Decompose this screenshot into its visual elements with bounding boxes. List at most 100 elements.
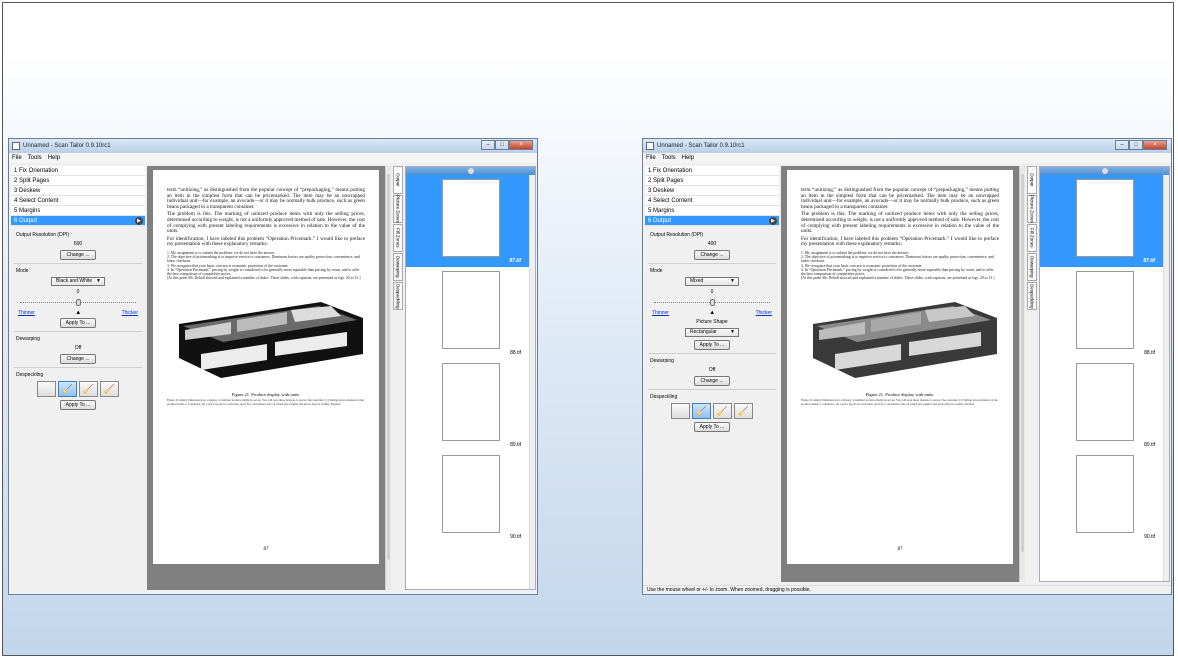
- stage-output[interactable]: 6 Output ▶: [11, 216, 145, 226]
- thumbnail-label: 89.tif: [510, 442, 521, 448]
- play-icon[interactable]: ▶: [135, 217, 143, 225]
- despeckle-aggressive-button[interactable]: 🧹: [734, 403, 753, 419]
- stage-output-label: 6 Output: [648, 217, 672, 224]
- change-dpi-button[interactable]: Change ...: [60, 250, 96, 260]
- despeckle-cautious-button[interactable]: 🧹: [692, 403, 711, 419]
- menu-help[interactable]: Help: [48, 155, 60, 161]
- slider-handle[interactable]: [76, 299, 81, 306]
- thinner-link[interactable]: Thinner: [18, 310, 35, 316]
- minimize-button[interactable]: –: [481, 140, 495, 150]
- maximize-button[interactable]: □: [495, 140, 509, 150]
- despeckle-cautious-button[interactable]: 🧹: [58, 381, 77, 397]
- apply-despeckle-button[interactable]: Apply To ...: [694, 422, 730, 432]
- despeckle-normal-button[interactable]: 🧹: [79, 381, 98, 397]
- mode-select[interactable]: Black and White ▼: [51, 277, 105, 286]
- tab-picture-zones[interactable]: Picture Zones: [393, 195, 403, 223]
- stage-select-content[interactable]: 4 Select Content: [11, 196, 145, 206]
- menu-bar: File Tools Help: [9, 153, 537, 163]
- menu-file[interactable]: File: [646, 155, 656, 161]
- thumbnail-item[interactable]: 87.tif: [1040, 175, 1169, 267]
- stage-split-pages[interactable]: 2 Split Pages: [11, 176, 145, 186]
- thicker-link[interactable]: Thicker: [122, 310, 138, 316]
- page-view[interactable]: term “unitizing,” as distinguished from …: [147, 166, 391, 590]
- output-tabs: Output Picture Zones Fill Zones Dewarpin…: [1027, 166, 1037, 582]
- stage-output[interactable]: 6 Output ▶: [645, 216, 779, 226]
- thumbnail-scrollbar[interactable]: [1163, 175, 1169, 581]
- thumbnail-item[interactable]: 88.tif: [1040, 267, 1169, 359]
- mode-select[interactable]: Mixed ▼: [685, 277, 739, 286]
- window-title: Unnamed - Scan Tailor 0.9.10rc1: [657, 143, 745, 149]
- maximize-button[interactable]: □: [1129, 140, 1143, 150]
- tab-fill-zones[interactable]: Fill Zones: [393, 224, 403, 252]
- despeckle-off-button[interactable]: [671, 403, 690, 419]
- mode-select-value: Black and White: [56, 278, 93, 284]
- stage-select-content[interactable]: 4 Select Content: [645, 196, 779, 206]
- figure-caption-detail: Figure 21 simply illustrates how a displ…: [801, 398, 998, 406]
- stage-split-pages[interactable]: 2 Split Pages: [645, 176, 779, 186]
- threshold-slider[interactable]: [20, 298, 136, 308]
- stage-deskew[interactable]: 3 Deskew: [645, 186, 779, 196]
- tab-output[interactable]: Output: [1027, 166, 1037, 194]
- produce-display-photo: [805, 294, 1001, 383]
- page-paragraph: The problem is this. The marking of unit…: [167, 211, 365, 235]
- menu-tools[interactable]: Tools: [28, 155, 42, 161]
- tab-output[interactable]: Output: [393, 166, 403, 194]
- page-view[interactable]: term “unitizing,” as distinguished from …: [781, 166, 1025, 582]
- despeckle-normal-button[interactable]: 🧹: [713, 403, 732, 419]
- collapse-icon[interactable]: [467, 168, 474, 174]
- stage-deskew[interactable]: 3 Deskew: [11, 186, 145, 196]
- thumbnail-item[interactable]: 90.tif: [406, 451, 535, 543]
- dpi-value: 600: [73, 241, 83, 247]
- stage-margins[interactable]: 5 Margins: [11, 206, 145, 216]
- triangle-up-icon: ▲: [709, 310, 716, 316]
- despeckle-aggressive-button[interactable]: 🧹: [100, 381, 119, 397]
- thinner-link[interactable]: Thinner: [652, 310, 669, 316]
- tab-dewarping[interactable]: Dewarping: [1027, 253, 1037, 281]
- despeckle-off-button[interactable]: [37, 381, 56, 397]
- thumbnail-item[interactable]: 89.tif: [1040, 359, 1169, 451]
- tab-fill-zones[interactable]: Fill Zones: [1027, 224, 1037, 252]
- scrollbar-thumb[interactable]: [1021, 174, 1024, 552]
- divider: [648, 353, 776, 354]
- collapse-icon[interactable]: [1101, 168, 1108, 174]
- view-scrollbar[interactable]: [385, 166, 391, 590]
- thumbnail-item[interactable]: 89.tif: [406, 359, 535, 451]
- change-dewarping-button[interactable]: Change ...: [694, 376, 730, 386]
- menu-help[interactable]: Help: [682, 155, 694, 161]
- change-dewarping-button[interactable]: Change ...: [60, 354, 96, 364]
- picture-shape-select[interactable]: Rectangular ▼: [685, 328, 739, 337]
- slider-handle[interactable]: [710, 299, 715, 306]
- thumbnail-scrollbar[interactable]: [529, 175, 535, 589]
- minimize-button[interactable]: –: [1115, 140, 1129, 150]
- tab-picture-zones[interactable]: Picture Zones: [1027, 195, 1037, 223]
- document-page: term “unitizing,” as distinguished from …: [787, 170, 1013, 564]
- stage-fix-orientation[interactable]: 1 Fix Orientation: [11, 166, 145, 176]
- apply-despeckle-button[interactable]: Apply To ...: [60, 400, 96, 410]
- scrollbar-thumb[interactable]: [387, 174, 390, 560]
- thumbnail-strip: 87.tif 88.tif 89.tif 90.tif: [405, 166, 536, 590]
- view-scrollbar[interactable]: [1019, 166, 1025, 582]
- output-options: Output Resolution (DPI) 400 Change ... M…: [645, 226, 779, 436]
- thicker-link[interactable]: Thicker: [756, 310, 772, 316]
- threshold-slider[interactable]: [654, 298, 770, 308]
- menu-file[interactable]: File: [12, 155, 22, 161]
- tab-despeckling[interactable]: Despeckling: [393, 282, 403, 310]
- change-dpi-button[interactable]: Change ...: [694, 250, 730, 260]
- stage-fix-orientation[interactable]: 1 Fix Orientation: [645, 166, 779, 176]
- stage-margins[interactable]: 5 Margins: [645, 206, 779, 216]
- dewarping-label: Dewarping: [16, 336, 40, 342]
- status-bar: Use the mouse wheel or +/- to zoom. When…: [643, 585, 1171, 594]
- menu-tools[interactable]: Tools: [662, 155, 676, 161]
- chevron-down-icon: ▼: [730, 329, 735, 335]
- close-button[interactable]: ×: [509, 140, 533, 150]
- thumbnail-item[interactable]: 88.tif: [406, 267, 535, 359]
- apply-mode-button[interactable]: Apply To ...: [60, 318, 96, 328]
- thumbnail-item[interactable]: 90.tif: [1040, 451, 1169, 543]
- play-icon[interactable]: ▶: [769, 217, 777, 225]
- page-number: 87: [263, 547, 269, 552]
- close-button[interactable]: ×: [1143, 140, 1167, 150]
- apply-mode-button[interactable]: Apply To ...: [694, 340, 730, 350]
- thumbnail-item[interactable]: 87.tif: [406, 175, 535, 267]
- tab-dewarping[interactable]: Dewarping: [393, 253, 403, 281]
- tab-despeckling[interactable]: Despeckling: [1027, 282, 1037, 310]
